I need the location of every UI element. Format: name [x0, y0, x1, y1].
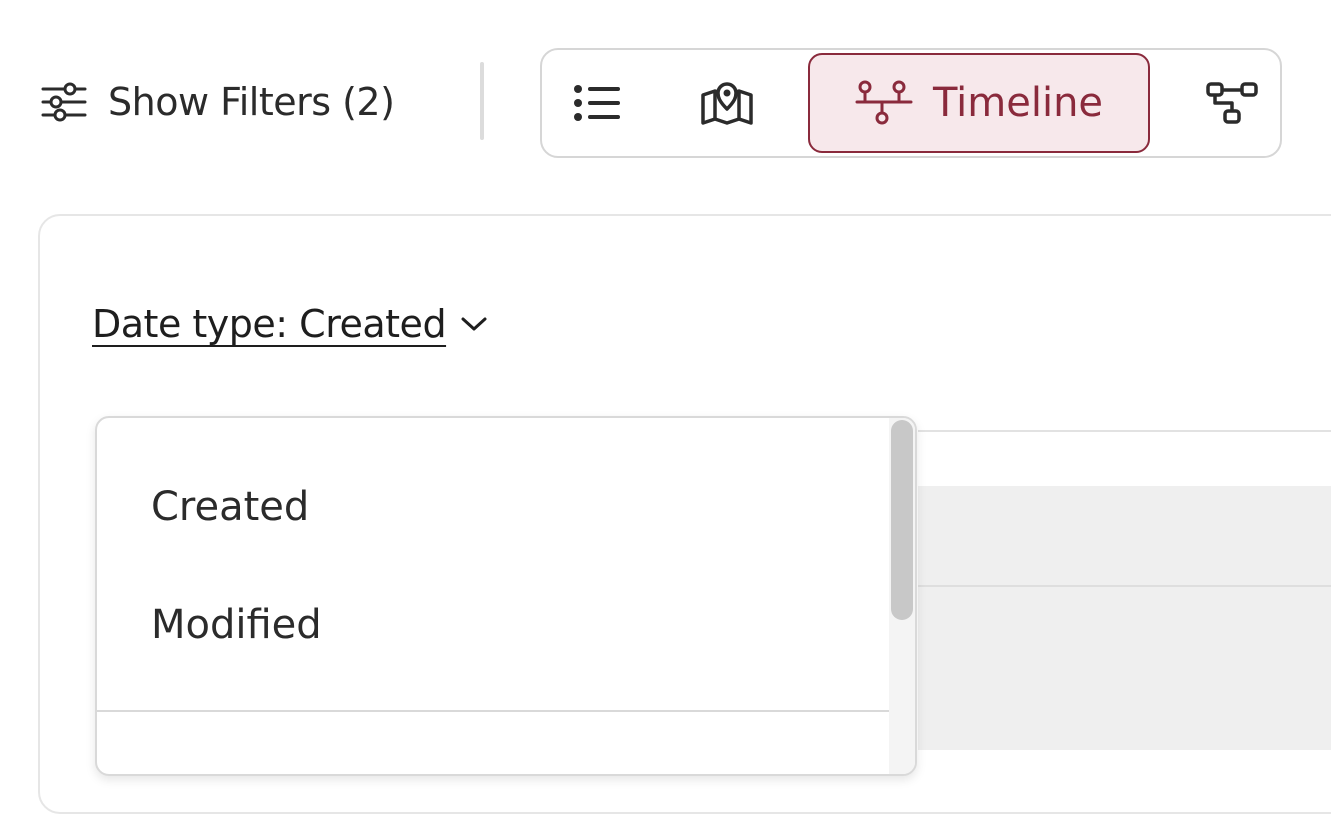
network-icon: [1206, 81, 1258, 125]
map-view-button[interactable]: [692, 50, 762, 156]
toolbar-divider: [480, 62, 484, 140]
network-view-button[interactable]: [1197, 50, 1267, 156]
filters-sliders-icon: [40, 80, 88, 124]
timeline-label: Timeline: [932, 80, 1104, 126]
menu-scrollbar-thumb[interactable]: [891, 420, 913, 620]
menu-option-created[interactable]: Created: [97, 452, 893, 562]
menu-option-modified[interactable]: Modified: [97, 570, 893, 680]
menu-divider: [97, 710, 893, 712]
date-type-dropdown-trigger[interactable]: Date type: Created: [92, 296, 488, 352]
date-type-label: Date type: Created: [92, 302, 447, 346]
view-switcher: Timeline: [540, 48, 1282, 158]
show-filters-label: Show Filters (2): [108, 80, 395, 124]
show-filters-button[interactable]: Show Filters (2): [40, 72, 395, 132]
map-pin-icon: [699, 79, 755, 127]
timeline-icon: [855, 80, 913, 126]
list-view-button[interactable]: [562, 50, 632, 156]
timeline-axis-line: [918, 430, 1331, 432]
timeline-band-divider: [918, 585, 1331, 587]
view-toolbar: Show Filters (2) Timeline: [0, 0, 1331, 190]
date-type-menu: Created Modified: [95, 416, 917, 776]
timeline-view-button[interactable]: Timeline: [808, 53, 1150, 153]
timeline-band: [918, 486, 1331, 750]
list-icon: [573, 83, 621, 123]
chevron-down-icon: [460, 315, 488, 333]
menu-scrollbar[interactable]: [889, 418, 915, 774]
